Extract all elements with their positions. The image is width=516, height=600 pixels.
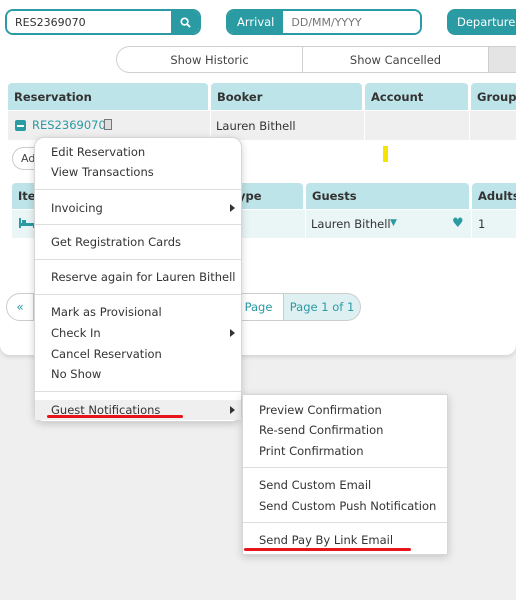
collapse-icon[interactable]	[15, 120, 26, 131]
red-underline-annotation	[244, 548, 411, 551]
caret-down-icon[interactable]: ▼	[390, 218, 397, 228]
menu-item-edit-reservation[interactable]: Edit Reservation	[51, 145, 145, 159]
bed-icon	[19, 218, 35, 228]
menu-item-invoicing[interactable]: Invoicing	[51, 201, 103, 215]
heart-icon[interactable]: ♥	[452, 216, 464, 231]
page-info: Page 1 of 1	[284, 293, 361, 321]
menu-separator	[35, 294, 241, 295]
cell-divider	[210, 111, 211, 140]
departure-button[interactable]: Departure	[447, 9, 516, 35]
submenu-item-print-confirmation[interactable]: Print Confirmation	[259, 444, 364, 458]
arrival-date-input[interactable]	[283, 11, 420, 33]
submenu-item-send-custom-email[interactable]: Send Custom Email	[259, 478, 371, 492]
filter-toggles: Show Historic Show Cancelled	[116, 46, 516, 73]
show-cancelled-toggle[interactable]: Show Cancelled	[303, 46, 489, 73]
column-header-adults[interactable]: Adults	[472, 183, 516, 209]
submenu-item-send-custom-push[interactable]: Send Custom Push Notification	[259, 499, 436, 513]
submenu-item-preview-confirmation[interactable]: Preview Confirmation	[259, 403, 382, 417]
yellow-marker	[383, 146, 388, 162]
menu-separator	[243, 467, 447, 468]
search-input[interactable]	[7, 11, 171, 33]
show-historic-toggle[interactable]: Show Historic	[116, 46, 303, 73]
guest-notifications-submenu: Preview Confirmation Re-send Confirmatio…	[242, 394, 448, 555]
column-header-booker[interactable]: Booker	[211, 83, 362, 110]
menu-separator	[35, 224, 241, 225]
menu-item-no-show[interactable]: No Show	[51, 367, 101, 381]
guest-name[interactable]: Lauren Bithell	[311, 217, 391, 231]
submenu-arrow-icon	[230, 329, 235, 337]
column-header-guests[interactable]: Guests	[306, 183, 469, 209]
context-menu: Edit Reservation View Transactions Invoi…	[34, 137, 242, 422]
red-underline-annotation	[47, 415, 183, 418]
arrival-label: Arrival	[228, 11, 284, 33]
first-page-button[interactable]: «	[6, 293, 34, 321]
arrival-field-group: Arrival	[226, 9, 422, 35]
third-toggle[interactable]	[489, 46, 516, 73]
column-header-type[interactable]: ype	[232, 183, 303, 209]
menu-item-cancel-reservation[interactable]: Cancel Reservation	[51, 347, 162, 361]
reservation-link[interactable]: RES2369070	[32, 118, 106, 132]
search-box	[5, 9, 201, 35]
submenu-item-send-pay-by-link[interactable]: Send Pay By Link Email	[259, 533, 393, 547]
document-icon[interactable]	[104, 119, 112, 130]
column-header-account[interactable]: Account	[365, 83, 468, 110]
submenu-arrow-icon	[230, 204, 235, 212]
column-header-reservation[interactable]: Reservation	[8, 83, 208, 110]
search-icon	[179, 16, 191, 28]
menu-item-registration-cards[interactable]: Get Registration Cards	[51, 235, 181, 249]
menu-separator	[243, 522, 447, 523]
menu-item-mark-provisional[interactable]: Mark as Provisional	[51, 305, 162, 319]
adults-count: 1	[478, 217, 486, 231]
cell-divider	[364, 111, 365, 140]
menu-separator	[35, 189, 241, 190]
booker-cell: Lauren Bithell	[216, 118, 296, 133]
cell-divider	[469, 111, 470, 140]
menu-item-view-transactions[interactable]: View Transactions	[51, 165, 154, 179]
search-button[interactable]	[171, 11, 199, 33]
cell-divider	[305, 210, 306, 238]
pager: «	[6, 293, 34, 321]
column-header-group[interactable]: Group	[471, 83, 516, 110]
menu-separator	[35, 391, 241, 392]
menu-separator	[35, 259, 241, 260]
submenu-arrow-icon	[230, 406, 235, 414]
cell-divider	[471, 210, 472, 238]
menu-item-reserve-again[interactable]: Reserve again for Lauren Bithell	[51, 270, 235, 284]
submenu-item-resend-confirmation[interactable]: Re-send Confirmation	[259, 423, 383, 437]
menu-item-check-in[interactable]: Check In	[51, 326, 101, 340]
